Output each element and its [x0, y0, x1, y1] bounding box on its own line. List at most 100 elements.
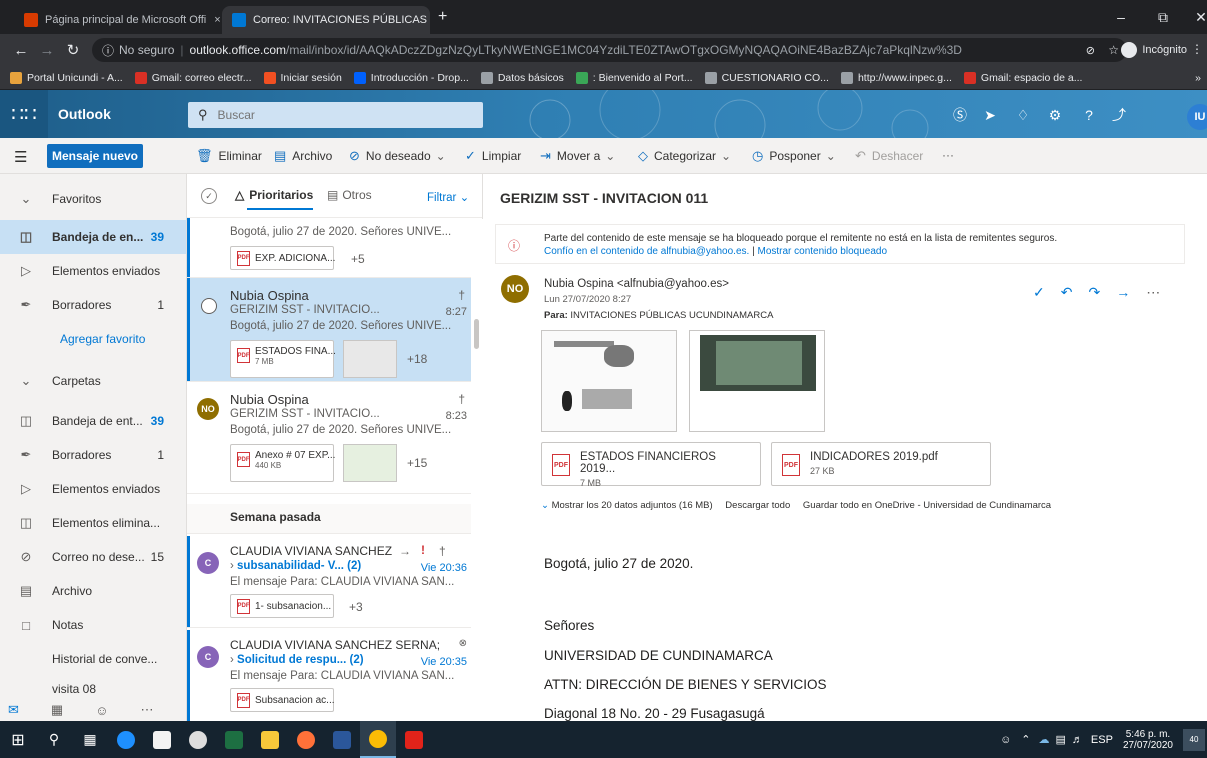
bookmark-item[interactable]: Introducción - Drop... — [348, 71, 475, 84]
store-icon[interactable] — [144, 721, 180, 758]
more-commands-button[interactable]: ··· — [942, 148, 954, 162]
list-item[interactable]: C CLAUDIA VIVIANA SANCHEZ → ! † › subsan… — [187, 536, 475, 628]
whats-new-icon[interactable]: ⤴ — [1106, 102, 1132, 128]
bookmark-item[interactable]: CUESTIONARIO CO... — [699, 71, 835, 84]
attachment-chip[interactable]: PDF Subsanacion ac... — [230, 688, 335, 712]
bookmark-item[interactable]: Gmail: correo electr... — [129, 71, 258, 84]
incognito-indicator[interactable]: Incógnito — [1121, 38, 1187, 62]
attachment-chip[interactable]: PDF EXP. ADICIONA... — [230, 246, 335, 270]
list-item[interactable]: Bogotá, julio 27 de 2020. Señores UNIVE.… — [187, 214, 475, 278]
restore-icon[interactable]: ⧉ — [1142, 0, 1184, 34]
feedback-icon[interactable]: ➤ — [977, 102, 1003, 128]
close-tab-icon[interactable]: × — [206, 14, 220, 26]
undo-button[interactable]: ↶ Deshacer — [855, 148, 923, 164]
save-onedrive-link[interactable]: Guardar todo en OneDrive - Universidad d… — [803, 500, 1051, 511]
nav-item-inbox[interactable]: ◫ Bandeja de ent... 39 — [0, 404, 186, 438]
volume-icon[interactable]: ♬ — [1072, 734, 1083, 746]
archive-button[interactable]: ▤ Archivo — [274, 148, 332, 164]
word-icon[interactable] — [324, 721, 360, 758]
like-icon[interactable]: ✓ — [1033, 284, 1045, 301]
attachment-chip[interactable]: PDF Anexo # 07 EXP... 440 KB — [230, 444, 335, 482]
attachment-thumbnail[interactable] — [689, 330, 825, 432]
attachment-card[interactable]: PDF INDICADORES 2019.pdf 27 KB — [771, 442, 991, 486]
reply-icon[interactable]: ↶ — [1061, 284, 1073, 301]
bookmark-item[interactable]: http://www.inpec.g... — [835, 71, 958, 84]
nav-item-drafts[interactable]: ✒ Borradores 1 — [0, 438, 186, 472]
skype-icon[interactable]: Ⓢ — [947, 102, 973, 128]
tab-outlook-mail[interactable]: Correo: INVITACIONES PÚBLICAS × — [222, 6, 430, 34]
snooze-button[interactable]: ◷ Posponer ⌄ — [752, 148, 836, 164]
attachment-thumbnail[interactable] — [343, 340, 397, 378]
people-icon[interactable]: ☺ — [1000, 734, 1011, 746]
categorize-button[interactable]: ◇ Categorizar ⌄ — [638, 148, 731, 164]
favorites-header[interactable]: ⌄ Favoritos — [0, 182, 186, 216]
close-window-icon[interactable]: ✕ — [1180, 0, 1207, 34]
chrome-icon[interactable] — [360, 721, 396, 758]
sender-avatar[interactable]: NO — [501, 275, 529, 303]
show-blocked-link[interactable]: Mostrar contenido bloqueado — [757, 246, 887, 257]
nav-item-archive[interactable]: ▤ Archivo — [0, 574, 186, 608]
more-actions-icon[interactable]: ⋯ — [1146, 284, 1160, 301]
list-item[interactable]: NO Nubia Ospina † GERIZIM SST - INVITACI… — [187, 382, 475, 494]
edge-icon[interactable] — [108, 721, 144, 758]
gear-icon[interactable]: ⚙ — [1042, 102, 1068, 128]
more-attachments[interactable]: +15 — [407, 456, 427, 470]
new-message-button[interactable]: Mensaje nuevo — [47, 144, 143, 168]
list-item[interactable]: C CLAUDIA VIVIANA SANCHEZ SERNA; ⊗ › Sol… — [187, 630, 475, 721]
sweep-button[interactable]: ✓ Limpiar — [465, 148, 521, 164]
eye-off-icon[interactable]: ⊘ — [1086, 44, 1095, 57]
more-attachments[interactable]: +18 — [407, 352, 427, 366]
reload-icon[interactable]: ↻ — [60, 41, 86, 59]
bookmark-item[interactable]: Iniciar sesión — [258, 71, 348, 84]
more-bookmarks-icon[interactable]: » — [1195, 72, 1201, 84]
star-icon[interactable]: ☆ — [1108, 43, 1119, 57]
more-attachments[interactable]: +3 — [349, 600, 363, 614]
menu-icon[interactable]: ⋮ — [1191, 42, 1203, 56]
attachment-chip[interactable]: PDF ESTADOS FINA... 7 MB — [230, 340, 336, 378]
list-item-selected[interactable]: Nubia Ospina † GERIZIM SST - INVITACIO..… — [187, 278, 475, 382]
bell-icon[interactable]: ♢ — [1010, 102, 1036, 128]
add-favorite-link[interactable]: Agregar favorito — [0, 322, 186, 356]
nav-item-inbox-fav[interactable]: ◫ Bandeja de en... 39 — [0, 220, 186, 254]
notifications-icon[interactable]: 40 — [1183, 728, 1205, 751]
outlook-brand[interactable]: Outlook — [58, 90, 111, 138]
nav-item-junk[interactable]: ⊘ Correo no dese... 15 — [0, 540, 186, 574]
attachment-card[interactable]: PDF ESTADOS FINANCIEROS 2019... 7 MB — [541, 442, 761, 488]
minimize-icon[interactable]: – — [1100, 0, 1142, 34]
hamburger-icon[interactable]: ☰ — [14, 148, 27, 166]
reply-all-icon[interactable]: ↷ — [1088, 284, 1100, 301]
tab-focused[interactable]: △ Prioritarios — [235, 188, 313, 202]
tab-other[interactable]: ▤ Otros — [327, 188, 372, 202]
nav-item-notes[interactable]: □ Notas — [0, 608, 186, 642]
nav-item-drafts-fav[interactable]: ✒ Borradores 1 — [0, 288, 186, 322]
nav-item-history[interactable]: Historial de conve... — [0, 642, 186, 676]
network-icon[interactable]: ▤ — [1056, 733, 1066, 746]
help-icon[interactable]: ? — [1076, 102, 1102, 128]
search-box[interactable]: ⚲ — [188, 102, 483, 128]
bookmark-item[interactable]: Portal Unicundi - A... — [4, 71, 129, 84]
nav-item-visita[interactable]: visita 08 — [0, 676, 186, 696]
search-icon[interactable]: ⚲ — [36, 721, 72, 758]
new-tab-button[interactable]: + — [438, 8, 447, 26]
nav-item-sent-fav[interactable]: ▷ Elementos enviados — [0, 254, 186, 288]
forward-icon[interactable]: → — [34, 42, 60, 59]
move-to-button[interactable]: ⇥ Mover a ⌄ — [540, 148, 615, 164]
attachment-thumbnail[interactable] — [343, 444, 397, 482]
task-view-icon[interactable]: ▦ — [72, 721, 108, 758]
app-icon[interactable] — [180, 721, 216, 758]
firefox-icon[interactable] — [288, 721, 324, 758]
tab-office-home[interactable]: Página principal de Microsoft Offi × — [14, 6, 220, 34]
more-apps-icon[interactable]: ⋯ — [140, 702, 153, 718]
chevron-up-icon[interactable]: ⌃ — [1021, 733, 1030, 746]
close-tab-icon[interactable]: × — [427, 14, 430, 26]
nav-item-sent[interactable]: ▷ Elementos enviados — [0, 472, 186, 506]
folders-header[interactable]: ⌄ Carpetas — [0, 364, 186, 398]
file-explorer-icon[interactable] — [252, 721, 288, 758]
mail-icon[interactable]: ✉ — [8, 702, 19, 718]
select-checkbox[interactable] — [201, 298, 217, 314]
back-icon[interactable]: ← — [8, 42, 34, 59]
junk-button[interactable]: ⊘ No deseado ⌄ — [349, 148, 446, 164]
acrobat-icon[interactable] — [396, 721, 432, 758]
trust-sender-link[interactable]: Confío en el contenido de alfnubia@yahoo… — [544, 246, 749, 257]
nav-item-deleted[interactable]: ◫ Elementos elimina... — [0, 506, 186, 540]
